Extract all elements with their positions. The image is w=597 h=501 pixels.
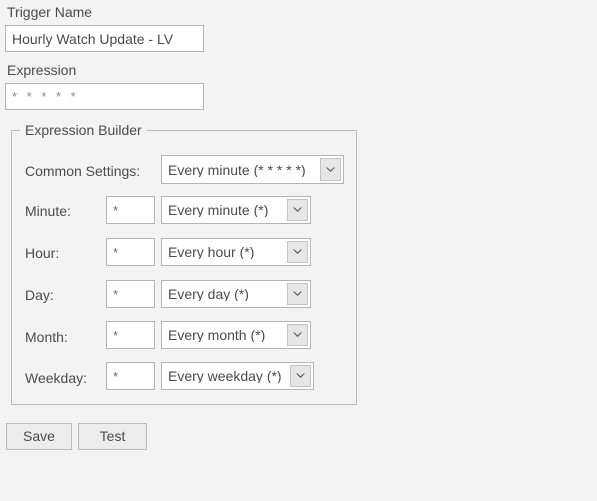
trigger-name-label: Trigger Name: [7, 4, 93, 20]
month-select[interactable]: Every month (*): [161, 321, 311, 349]
weekday-label: Weekday:: [25, 370, 87, 386]
common-settings-label: Common Settings:: [25, 163, 141, 179]
month-label: Month:: [25, 329, 68, 345]
chevron-down-icon: [320, 158, 341, 181]
common-settings-select[interactable]: Every minute (* * * * *): [161, 155, 344, 184]
trigger-name-input[interactable]: [5, 25, 204, 52]
month-select-value: Every month (*): [168, 328, 266, 342]
chevron-down-icon: [287, 324, 308, 346]
expression-input[interactable]: [5, 83, 204, 110]
weekday-select[interactable]: Every weekday (*): [161, 362, 314, 390]
save-button[interactable]: Save: [6, 423, 72, 450]
minute-select-value: Every minute (*): [168, 203, 269, 217]
day-label: Day:: [25, 287, 54, 303]
minute-select[interactable]: Every minute (*): [161, 196, 311, 224]
day-select-value: Every day (*): [168, 287, 249, 301]
weekday-input[interactable]: [106, 362, 155, 390]
cron-trigger-form: Trigger Name Expression Expression Build…: [0, 0, 597, 501]
minute-label: Minute:: [25, 203, 71, 219]
day-input[interactable]: [106, 280, 155, 308]
hour-label: Hour:: [25, 245, 60, 261]
day-select[interactable]: Every day (*): [161, 280, 311, 308]
weekday-select-value: Every weekday (*): [168, 369, 282, 383]
test-button[interactable]: Test: [78, 423, 147, 450]
expression-builder-legend: Expression Builder: [20, 121, 147, 139]
expression-label: Expression: [7, 62, 77, 78]
chevron-down-icon: [287, 283, 308, 305]
hour-input[interactable]: [106, 238, 155, 266]
common-settings-select-value: Every minute (* * * * *): [168, 162, 306, 177]
chevron-down-icon: [290, 365, 311, 387]
chevron-down-icon: [287, 199, 308, 221]
minute-input[interactable]: [106, 196, 155, 224]
chevron-down-icon: [287, 241, 308, 263]
month-input[interactable]: [106, 321, 155, 349]
hour-select[interactable]: Every hour (*): [161, 238, 311, 266]
hour-select-value: Every hour (*): [168, 245, 255, 259]
